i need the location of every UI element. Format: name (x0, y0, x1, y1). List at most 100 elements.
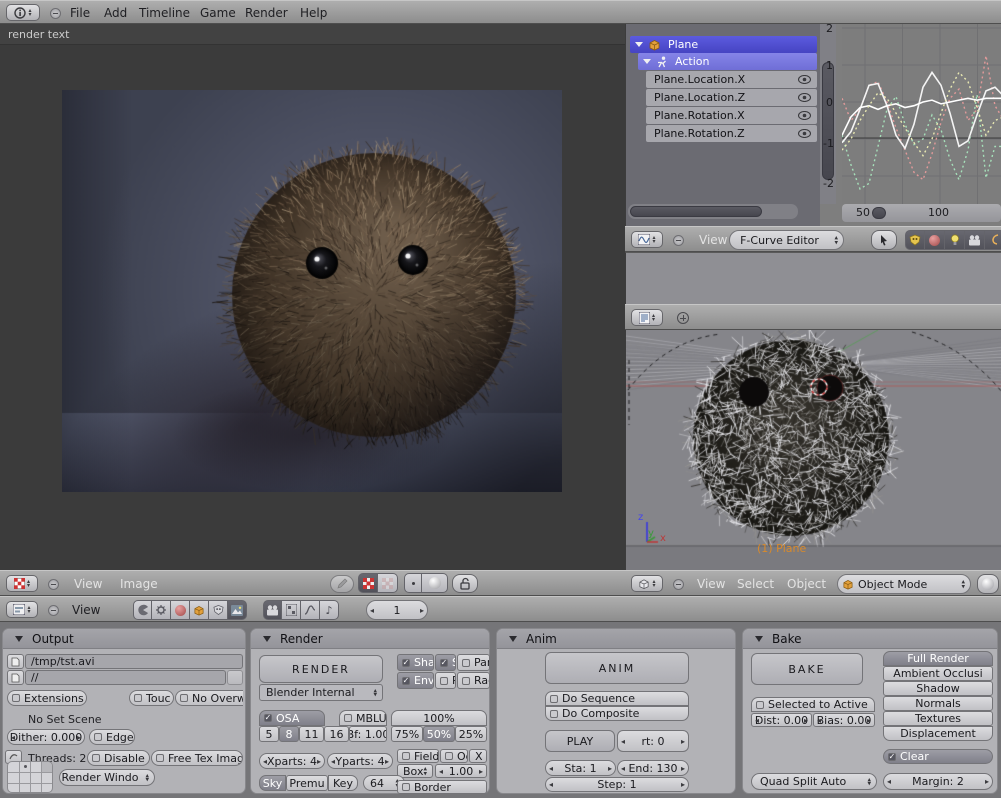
subcontext-render-button-active[interactable] (263, 600, 282, 620)
fields-toggle[interactable]: Fields (397, 749, 439, 763)
extensions-toggle[interactable]: Extensions (7, 690, 87, 706)
fcurve-channel-region[interactable]: Plane Action Plane.Location.X Plane.Loca… (625, 24, 820, 226)
ray-toggle[interactable]: Ra (435, 672, 456, 689)
output-path-field[interactable]: /tmp/tst.avi (25, 654, 243, 669)
subcontext-sound-button[interactable]: ♪ (320, 600, 339, 620)
zoom-plus-button[interactable] (677, 312, 689, 324)
text-editor-area[interactable] (625, 252, 1001, 304)
osa-11-button[interactable]: 11 (299, 726, 324, 742)
channel-hscroll-thumb[interactable] (630, 206, 762, 217)
menu-help[interactable]: Help (300, 6, 327, 20)
size-100-button[interactable]: 100% (391, 710, 487, 726)
panel-render-header[interactable]: Render (251, 629, 489, 649)
shadow-toggle[interactable]: Shad (397, 654, 434, 671)
window-type-button[interactable]: ▴▾ (6, 4, 40, 21)
filter-scene-button[interactable] (965, 230, 985, 250)
image-editor-canvas-area[interactable] (0, 45, 625, 570)
draw-mode-button[interactable] (977, 574, 999, 594)
osa-5-button[interactable]: 5 (259, 726, 279, 742)
quad-split-dropdown[interactable]: Quad Split Auto (751, 773, 877, 790)
visibility-eye-icon[interactable] (798, 93, 811, 102)
editor-type-button[interactable]: ▴▾ (6, 601, 38, 618)
engine-dropdown[interactable]: Blender Internal (259, 684, 383, 701)
disable-tex-toggle[interactable]: Disable Te (87, 750, 150, 766)
viewport-3d[interactable]: (1) Plane z y x (625, 330, 1001, 570)
filter-ghost-button[interactable] (905, 230, 925, 250)
file-browse-button[interactable] (7, 654, 24, 669)
menu-file[interactable]: File (70, 6, 90, 20)
filter-lamp-button[interactable] (945, 230, 965, 250)
menu-object[interactable]: Object (787, 577, 826, 591)
edge-toggle[interactable]: Edge (89, 729, 135, 745)
context-logic-button[interactable] (133, 600, 152, 620)
fcurve-plot[interactable] (842, 24, 1001, 204)
mblur-toggle[interactable]: MBLUR (339, 710, 387, 726)
menu-view[interactable]: View (72, 603, 100, 617)
anim-button[interactable]: ANIM (545, 652, 689, 684)
envmap-toggle[interactable]: EnvM (397, 672, 434, 689)
frame-number-field[interactable]: 1 (366, 600, 428, 620)
editor-mode-dropdown[interactable]: F-Curve Editor (729, 230, 844, 250)
editor-type-button[interactable]: ▴▾ (631, 231, 663, 248)
context-scene-button-active[interactable] (228, 600, 247, 620)
odd-toggle[interactable]: Od (440, 749, 468, 763)
header-collapse-button[interactable] (48, 605, 59, 616)
render-window-dropdown[interactable]: Render Windo (59, 769, 155, 786)
radio-toggle[interactable]: Radi (457, 672, 490, 689)
border-toggle[interactable]: Border (397, 780, 487, 794)
touch-toggle[interactable]: Touc (129, 690, 174, 706)
do-sequence-toggle[interactable]: Do Sequence (545, 691, 689, 706)
channel-hscroll-track[interactable] (628, 204, 798, 219)
lock-button[interactable] (452, 574, 478, 593)
margin-slider[interactable]: Margin: 2 (883, 773, 993, 790)
image-checker-toggle-active[interactable] (358, 573, 378, 593)
play-button[interactable]: PLAY (545, 730, 615, 752)
channel-row-object[interactable]: Plane (630, 36, 817, 53)
menu-render[interactable]: Render (245, 6, 288, 20)
backbuf-extra-button[interactable] (227, 670, 243, 685)
bake-mode-textures[interactable]: Textures (883, 711, 993, 726)
menu-timeline[interactable]: Timeline (139, 6, 190, 20)
channel-row[interactable]: Plane.Rotation.Z (646, 125, 817, 142)
size-75-button[interactable]: 75% (391, 726, 423, 742)
bake-mode-shadow[interactable]: Shadow (883, 681, 993, 696)
size-50-button-active[interactable]: 50% (423, 726, 455, 742)
bake-button[interactable]: BAKE (751, 653, 863, 685)
menu-view[interactable]: View (697, 577, 725, 591)
filter-curve-button[interactable] (985, 230, 1001, 250)
channel-row[interactable]: Plane.Location.Z (646, 89, 817, 106)
osa-toggle[interactable]: OSA (259, 710, 325, 726)
context-editing-button[interactable] (209, 600, 228, 620)
selected-to-active-toggle[interactable]: Selected to Active (751, 697, 875, 712)
bake-mode-full-render-active[interactable]: Full Render (883, 651, 993, 666)
filter-size-slider[interactable]: 1.00 (435, 764, 487, 778)
pencil-paint-button[interactable] (330, 575, 354, 593)
channel-row[interactable]: Plane.Rotation.X (646, 107, 817, 124)
visibility-eye-icon[interactable] (798, 129, 811, 138)
do-composite-toggle[interactable]: Do Composite (545, 706, 689, 721)
channel-row-action[interactable]: Action (638, 53, 817, 70)
no-overwrite-toggle[interactable]: No Overwrit (175, 690, 243, 706)
filter-material-button[interactable] (925, 230, 945, 250)
osa-8-button-active[interactable]: 8 (279, 726, 299, 742)
context-object-button[interactable] (190, 600, 209, 620)
render-placement-grid[interactable] (7, 761, 53, 793)
panel-output-header[interactable]: Output (3, 629, 245, 649)
cursor-filter-button[interactable] (871, 230, 897, 250)
dot-button[interactable] (404, 573, 422, 593)
sta-slider[interactable]: Sta: 1 (545, 760, 616, 776)
rt-slider[interactable]: rt: 0 (617, 730, 689, 752)
osa-16-button[interactable]: 16 (324, 726, 349, 742)
channel-row[interactable]: Plane.Location.X (646, 71, 817, 88)
xparts-slider[interactable]: Xparts: 4 (259, 753, 325, 769)
sss-toggle[interactable]: SS (435, 654, 456, 671)
menu-view[interactable]: View (699, 233, 727, 247)
header-collapse-button[interactable] (673, 235, 684, 246)
mode-dropdown[interactable]: Object Mode (837, 574, 971, 594)
panel-bake-header[interactable]: Bake (743, 629, 997, 649)
bf-slider[interactable]: Bf: 1.00 (349, 726, 387, 742)
bake-mode-normals[interactable]: Normals (883, 696, 993, 711)
graph-hscroll[interactable]: 50 100 (842, 204, 1001, 222)
context-script-button[interactable] (152, 600, 171, 620)
bias-slider[interactable]: Bias: 0.00 (813, 713, 875, 727)
